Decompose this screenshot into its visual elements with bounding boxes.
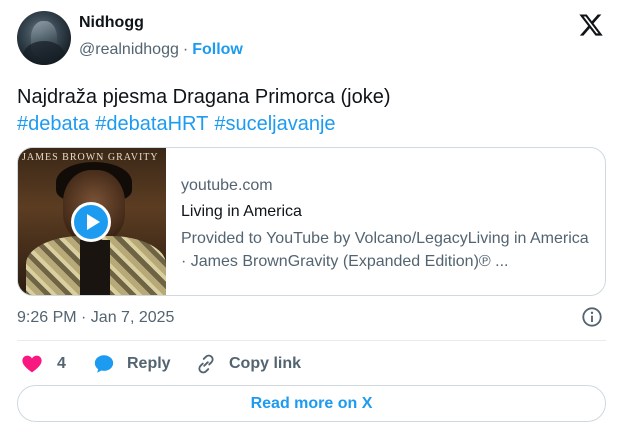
reply-button[interactable]: Reply <box>93 352 171 376</box>
x-logo-icon[interactable] <box>578 12 604 38</box>
thumbnail-shirt <box>80 240 110 295</box>
avatar[interactable] <box>17 11 71 65</box>
copy-link-button[interactable]: Copy link <box>195 352 301 376</box>
embedded-tweet-card: Nidhogg @realnidhogg · Follow Najdraža pje… <box>0 0 622 438</box>
tweet-text: Najdraža pjesma Dragana Primorca (joke) <box>17 86 391 108</box>
hashtag-link[interactable]: #suceljavanje <box>214 113 335 135</box>
reply-bubble-icon <box>94 355 114 373</box>
copy-link-label: Copy link <box>229 355 302 372</box>
video-thumbnail[interactable]: JAMES BROWN GRAVITY <box>18 148 166 295</box>
separator-dot: · <box>182 41 189 58</box>
read-more-button[interactable]: Read more on X <box>17 385 606 422</box>
like-button[interactable]: 4 <box>21 352 66 376</box>
play-icon <box>87 214 100 230</box>
link-description: Provided to YouTube by Volcano/LegacyLiv… <box>181 230 589 270</box>
tweet-timestamp[interactable]: 9:26 PM · Jan 7, 2025 <box>17 309 174 327</box>
hashtag-list: #debata #debataHRT #suceljavanje <box>17 110 607 138</box>
author-handle-row: @realnidhogg · Follow <box>79 41 243 59</box>
like-count: 4 <box>57 355 66 372</box>
hashtag-link[interactable]: #debata <box>17 113 89 135</box>
author-name[interactable]: Nidhogg <box>79 14 144 32</box>
thumbnail-caption: JAMES BROWN GRAVITY <box>22 152 159 163</box>
link-title: Living in America <box>181 203 302 220</box>
follow-button[interactable]: Follow <box>192 41 243 58</box>
play-button[interactable] <box>71 202 111 242</box>
info-icon[interactable] <box>581 306 603 328</box>
divider <box>17 340 606 341</box>
link-icon <box>198 354 214 374</box>
hashtag-link[interactable]: #debataHRT <box>95 113 208 135</box>
reply-label: Reply <box>127 355 171 372</box>
heart-icon <box>22 355 42 373</box>
author-handle[interactable]: @realnidhogg <box>79 41 179 58</box>
link-domain: youtube.com <box>181 177 273 194</box>
link-preview-card[interactable]: JAMES BROWN GRAVITY youtube.com Living i… <box>17 147 606 296</box>
